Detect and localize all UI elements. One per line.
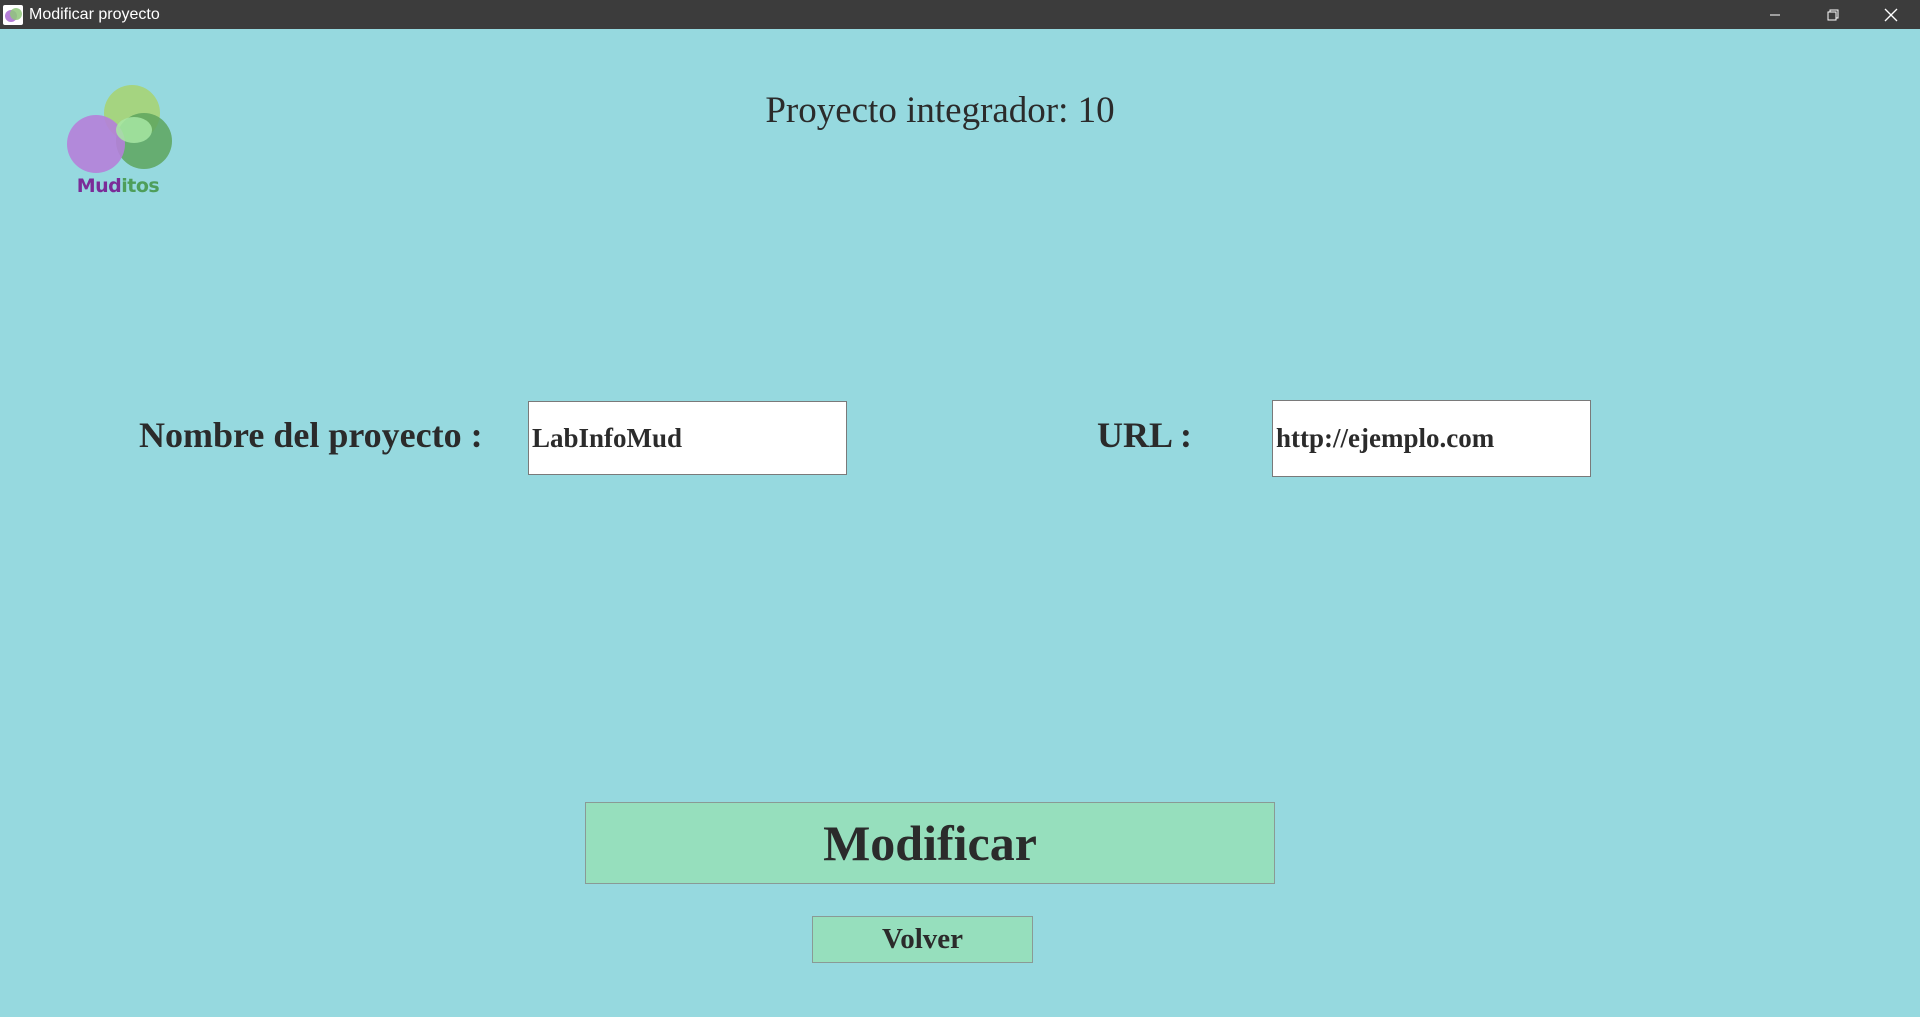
close-button[interactable] [1862, 0, 1920, 29]
logo-text-part2: itos [121, 175, 160, 197]
project-name-label: Nombre del proyecto : [139, 415, 483, 455]
back-button[interactable]: Volver [812, 916, 1033, 963]
logo-text: Muditos [62, 175, 174, 197]
restore-icon [1827, 9, 1839, 20]
modify-button[interactable]: Modificar [585, 802, 1275, 884]
main-panel: Muditos Proyecto integrador: 10 Nombre d… [0, 29, 1920, 1017]
logo-text-part1: Mud [76, 175, 122, 197]
minimize-button[interactable] [1746, 0, 1804, 29]
url-label: URL : [1097, 415, 1193, 455]
close-icon [1884, 8, 1898, 21]
minimize-icon [1770, 14, 1780, 15]
restore-button[interactable] [1804, 0, 1862, 29]
title-bar: Modificar proyecto [0, 0, 1920, 29]
project-name-input[interactable] [528, 401, 847, 475]
window-title: Modificar proyecto [29, 5, 160, 23]
page-title: Proyecto integrador: 10 [765, 90, 1115, 131]
url-input[interactable] [1272, 400, 1591, 477]
app-icon [3, 4, 23, 25]
window-controls [1746, 0, 1920, 29]
